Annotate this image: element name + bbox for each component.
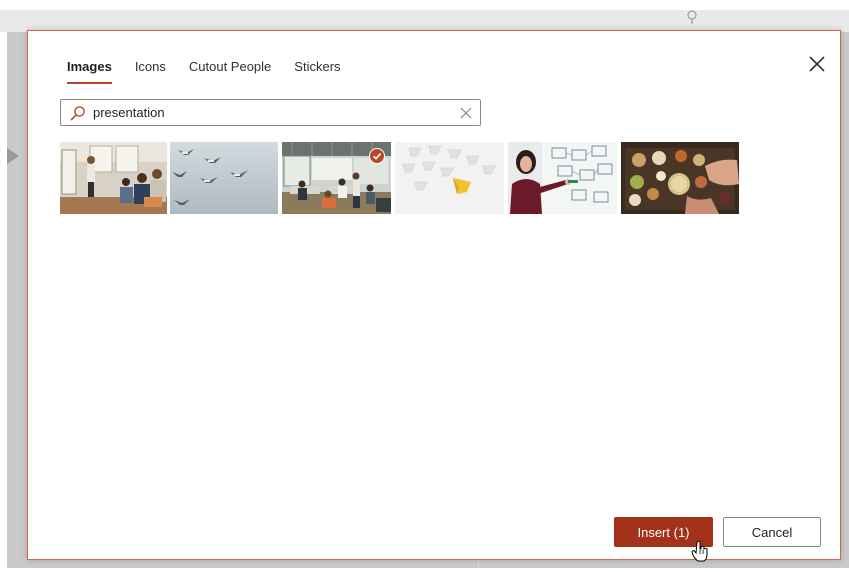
insert-image-dialog: Images Icons Cutout People Stickers pres… [27,30,841,560]
image-result-presenter[interactable] [60,142,167,214]
app-toolbar-strip [0,10,849,32]
image-result-food[interactable] [621,142,739,214]
tab-stickers[interactable]: Stickers [294,59,340,84]
cancel-button[interactable]: Cancel [723,517,821,547]
image-result-paper-boats[interactable] [395,142,504,214]
image-result-birds[interactable] [170,142,278,214]
tab-images[interactable]: Images [67,59,112,84]
slide-marker-icon [7,148,19,164]
dialog-tabs: Images Icons Cutout People Stickers [67,59,364,84]
check-circle-icon [369,148,385,164]
insert-button[interactable]: Insert (1) [614,517,713,547]
pin-icon [686,10,698,27]
image-result-office[interactable] [282,142,391,214]
close-button[interactable] [806,53,828,75]
image-result-whiteboard[interactable] [508,142,617,214]
search-box [60,99,481,126]
search-icon [70,105,86,121]
tab-icons[interactable]: Icons [135,59,166,84]
close-icon [809,56,825,72]
tab-cutout-people[interactable]: Cutout People [189,59,271,84]
clear-icon [460,107,472,119]
clear-search-button[interactable] [459,106,473,120]
search-input[interactable] [93,103,453,122]
